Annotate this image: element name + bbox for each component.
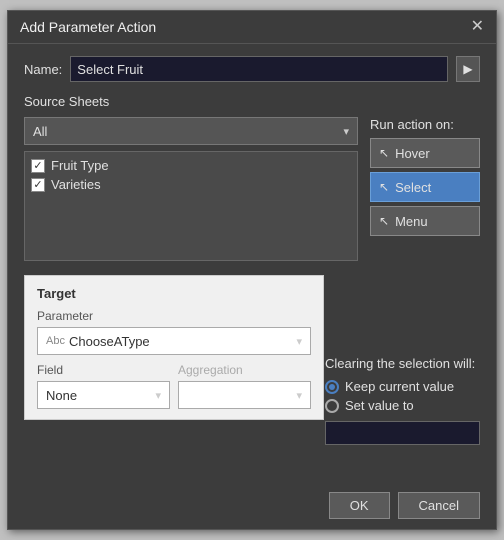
field-row: Field None ▾ Aggregation ▾ <box>37 363 311 409</box>
chevron-down-icon: ▾ <box>343 125 349 138</box>
cursor-icon: ↖ <box>379 146 389 160</box>
hover-button[interactable]: ↖ Hover <box>370 138 480 168</box>
list-item: ✓ Fruit Type <box>31 158 351 173</box>
clearing-section: Clearing the selection will: Keep curren… <box>325 356 480 445</box>
keep-current-option[interactable]: Keep current value <box>325 379 480 394</box>
dialog-title: Add Parameter Action <box>20 19 156 35</box>
source-list: ✓ Fruit Type ✓ Varieties <box>24 151 358 261</box>
target-label: Target <box>37 286 311 301</box>
field-value: None <box>46 388 77 403</box>
varieties-label: Varieties <box>51 177 101 192</box>
menu-label: Menu <box>395 214 428 229</box>
field-col: Field None ▾ <box>37 363 170 409</box>
arrow-icon: ▶ <box>463 62 472 76</box>
run-action-label: Run action on: <box>370 117 480 132</box>
parameter-label: Parameter <box>37 309 311 323</box>
set-value-input[interactable] <box>325 421 480 445</box>
name-input[interactable] <box>70 56 448 82</box>
select-label: Select <box>395 180 431 195</box>
name-label: Name: <box>24 62 62 77</box>
list-item: ✓ Varieties <box>31 177 351 192</box>
keep-current-radio[interactable] <box>325 380 339 394</box>
agg-dropdown[interactable]: ▾ <box>178 381 311 409</box>
select-cursor-icon: ↖ <box>379 180 389 194</box>
parameter-dropdown[interactable]: Abc ChooseAType ▾ <box>37 327 311 355</box>
set-value-radio[interactable] <box>325 399 339 413</box>
parameter-dropdown-text: Abc ChooseAType <box>46 334 150 349</box>
clearing-label: Clearing the selection will: <box>325 356 480 371</box>
name-arrow-button[interactable]: ▶ <box>456 56 480 82</box>
param-chevron-icon: ▾ <box>296 335 302 348</box>
agg-label: Aggregation <box>178 363 311 377</box>
title-bar: Add Parameter Action ✕ <box>8 11 496 44</box>
dialog-body: Name: ▶ Source Sheets All ▾ ✓ Fruit T <box>8 44 496 432</box>
field-label: Field <box>37 363 170 377</box>
left-panel: All ▾ ✓ Fruit Type ✓ Varieties <box>24 117 358 261</box>
set-value-label: Set value to <box>345 398 414 413</box>
fruit-type-checkbox[interactable]: ✓ <box>31 159 45 173</box>
agg-chevron-icon: ▾ <box>296 389 302 402</box>
menu-cursor-icon: ↖ <box>379 214 389 228</box>
abc-badge: Abc <box>46 335 65 347</box>
name-row: Name: ▶ <box>24 56 480 82</box>
radio-dot <box>329 384 335 390</box>
main-content: All ▾ ✓ Fruit Type ✓ Varieties Run actio… <box>24 117 480 261</box>
source-section: Source Sheets <box>24 94 480 109</box>
select-button[interactable]: ↖ Select <box>370 172 480 202</box>
agg-col: Aggregation ▾ <box>178 363 311 409</box>
run-action-panel: Run action on: ↖ Hover ↖ Select ↖ Menu <box>370 117 480 261</box>
menu-button[interactable]: ↖ Menu <box>370 206 480 236</box>
cancel-button[interactable]: Cancel <box>398 492 480 519</box>
ok-button[interactable]: OK <box>329 492 390 519</box>
parameter-value: ChooseAType <box>69 334 150 349</box>
field-dropdown[interactable]: None ▾ <box>37 381 170 409</box>
target-section: Target Parameter Abc ChooseAType ▾ Field… <box>24 275 324 420</box>
add-parameter-action-dialog: Add Parameter Action ✕ Name: ▶ Source Sh… <box>7 10 497 530</box>
close-button[interactable]: ✕ <box>471 19 484 35</box>
dialog-footer: OK Cancel <box>313 482 496 529</box>
varieties-checkbox[interactable]: ✓ <box>31 178 45 192</box>
field-chevron-icon: ▾ <box>155 389 161 402</box>
keep-current-label: Keep current value <box>345 379 454 394</box>
source-dropdown-value: All <box>33 124 47 139</box>
fruit-type-label: Fruit Type <box>51 158 109 173</box>
source-dropdown[interactable]: All ▾ <box>24 117 358 145</box>
hover-label: Hover <box>395 146 430 161</box>
source-sheets-label: Source Sheets <box>24 94 480 109</box>
set-value-option[interactable]: Set value to <box>325 398 480 413</box>
